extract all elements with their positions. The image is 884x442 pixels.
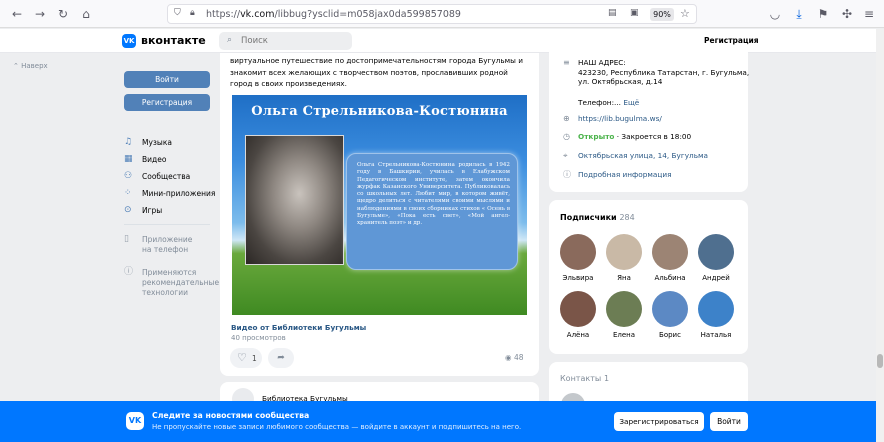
like-button[interactable]: ♡ 1	[230, 348, 262, 368]
subscriber-item[interactable]: Елена	[604, 291, 644, 339]
info-card: ≡ НАШ АДРЕС: 423230, Республика Татарста…	[549, 45, 749, 192]
avatar	[606, 234, 642, 270]
bio-text: Ольга Стрельникова-Костюнина родилась в …	[357, 162, 510, 227]
avatar	[606, 291, 642, 327]
shield-icon[interactable]: ⛉	[174, 8, 181, 18]
login-button[interactable]: Войти	[124, 71, 210, 88]
register-link[interactable]: Регистрация	[704, 36, 759, 45]
avatar	[560, 291, 596, 327]
reader-view-icon[interactable]: ▤	[608, 8, 617, 18]
search-box[interactable]: ⌕	[219, 32, 352, 50]
banner-subtitle: Не пропускайте новые записи любимого соо…	[152, 423, 522, 431]
video-views: 40 просмотров	[231, 334, 286, 342]
post-card: виртуальное путешествие по достопримечат…	[220, 53, 539, 376]
banner-title: Следите за новостями сообщества	[152, 411, 310, 420]
open-status: Открыто	[578, 132, 615, 141]
subscriber-item[interactable]: Наталья	[696, 291, 736, 339]
info-icon: ⓘ	[563, 170, 571, 179]
sidebar-divider	[124, 224, 210, 225]
website-link[interactable]: https://lib.bugulma.ws/	[578, 114, 662, 123]
chevron-up-icon: ⌃	[13, 62, 19, 70]
share-icon: ➦	[277, 353, 285, 363]
globe-icon: ⊕	[563, 114, 570, 123]
list-icon: ≡	[563, 58, 570, 67]
bookmark-star-icon[interactable]: ☆	[680, 7, 690, 20]
back-to-top[interactable]: ⌃ Наверх	[13, 62, 48, 70]
video-player[interactable]: Ольга Стрельникова-Костюнина Ольга Стрел…	[232, 95, 527, 315]
pocket-icon[interactable]: ◡	[768, 7, 782, 21]
phone-more-link[interactable]: Ещё	[623, 98, 639, 107]
reload-icon[interactable]: ↻	[56, 7, 70, 21]
heart-icon: ♡	[237, 351, 247, 364]
login-banner: VK Следите за новостями сообщества Не пр…	[0, 401, 876, 442]
address-bar[interactable]: ⛉ 🔒︎ https://vk.com/libbug?ysclid=m058ja…	[167, 4, 697, 24]
menu-icon[interactable]: ≡	[862, 7, 876, 21]
brand-name[interactable]: вконтакте	[141, 34, 206, 47]
url-text: https://vk.com/libbug?ysclid=m058jax0da5…	[206, 9, 461, 20]
details-link[interactable]: Подробная информация	[578, 170, 671, 179]
back-icon[interactable]: ←	[10, 7, 24, 21]
contacts-title[interactable]: Контакты 1	[560, 374, 609, 383]
communities-icon: ⚇	[124, 171, 133, 181]
bio-panel: Ольга Стрельникова-Костюнина родилась в …	[346, 153, 518, 270]
location-link[interactable]: Октябрьская улица, 14, Бугульма	[578, 151, 708, 160]
search-input[interactable]	[241, 33, 341, 49]
view-count: ◉ 48	[505, 353, 524, 362]
video-icon: ▦	[124, 154, 133, 164]
portrait-photo	[245, 135, 344, 265]
avatar	[698, 234, 734, 270]
subscriber-item[interactable]: Яна	[604, 234, 644, 282]
subscriber-item[interactable]: Борис	[650, 291, 690, 339]
vk-header: VK вконтакте ⌕ Регистрация	[0, 29, 884, 53]
info-icon: ⓘ	[124, 267, 134, 277]
extension-icon[interactable]: ⚑	[816, 7, 830, 21]
scrollbar-thumb[interactable]	[877, 354, 883, 368]
search-icon: ⌕	[227, 35, 233, 45]
clock-icon: ◷	[563, 132, 570, 141]
lock-icon[interactable]: 🔒︎	[190, 8, 195, 18]
subscriber-item[interactable]: Алёна	[558, 291, 598, 339]
avatar	[698, 291, 734, 327]
scrollbar[interactable]	[876, 29, 884, 442]
subscriber-item[interactable]: Альбина	[650, 234, 690, 282]
avatar	[560, 234, 596, 270]
home-icon[interactable]: ⌂	[79, 7, 93, 21]
subscribers-title[interactable]: Подписчики 284	[560, 213, 635, 222]
vk-logo-icon[interactable]: VK	[122, 34, 136, 48]
subscribers-card: Подписчики 284 Эльвира Яна Альбина Андре…	[549, 200, 748, 354]
extensions-icon[interactable]: ✣	[840, 7, 854, 21]
video-source-link[interactable]: Видео от Библиотеки Бугульмы	[231, 323, 366, 332]
subscriber-item[interactable]: Андрей	[696, 234, 736, 282]
music-icon: ♫	[124, 137, 133, 147]
subscriber-item[interactable]: Эльвира	[558, 234, 598, 282]
post-text: виртуальное путешествие по достопримечат…	[230, 56, 523, 88]
banner-login-button[interactable]: Войти	[710, 412, 748, 431]
phone-icon: ▯	[124, 234, 129, 244]
apps-icon: ⁘	[124, 188, 132, 198]
location-pin-icon: ⌖	[563, 151, 568, 160]
browser-toolbar: ← → ↻ ⌂ ⛉ 🔒︎ https://vk.com/libbug?yscli…	[0, 0, 884, 28]
forward-icon[interactable]: →	[33, 7, 47, 21]
downloads-icon[interactable]: ⤓	[792, 7, 806, 21]
eye-icon: ◉	[505, 353, 512, 362]
register-button[interactable]: Регистрация	[124, 94, 210, 111]
screenshot-icon[interactable]: ▣	[630, 8, 639, 18]
avatar	[652, 234, 688, 270]
share-button[interactable]: ➦	[268, 348, 294, 368]
vk-logo-icon: VK	[126, 412, 144, 430]
video-title-overlay: Ольга Стрельникова-Костюнина	[251, 104, 508, 119]
zoom-level[interactable]: 90%	[650, 8, 674, 21]
banner-register-button[interactable]: Зарегистрироваться	[614, 412, 704, 431]
avatar	[652, 291, 688, 327]
games-icon: ⊙	[124, 205, 132, 215]
